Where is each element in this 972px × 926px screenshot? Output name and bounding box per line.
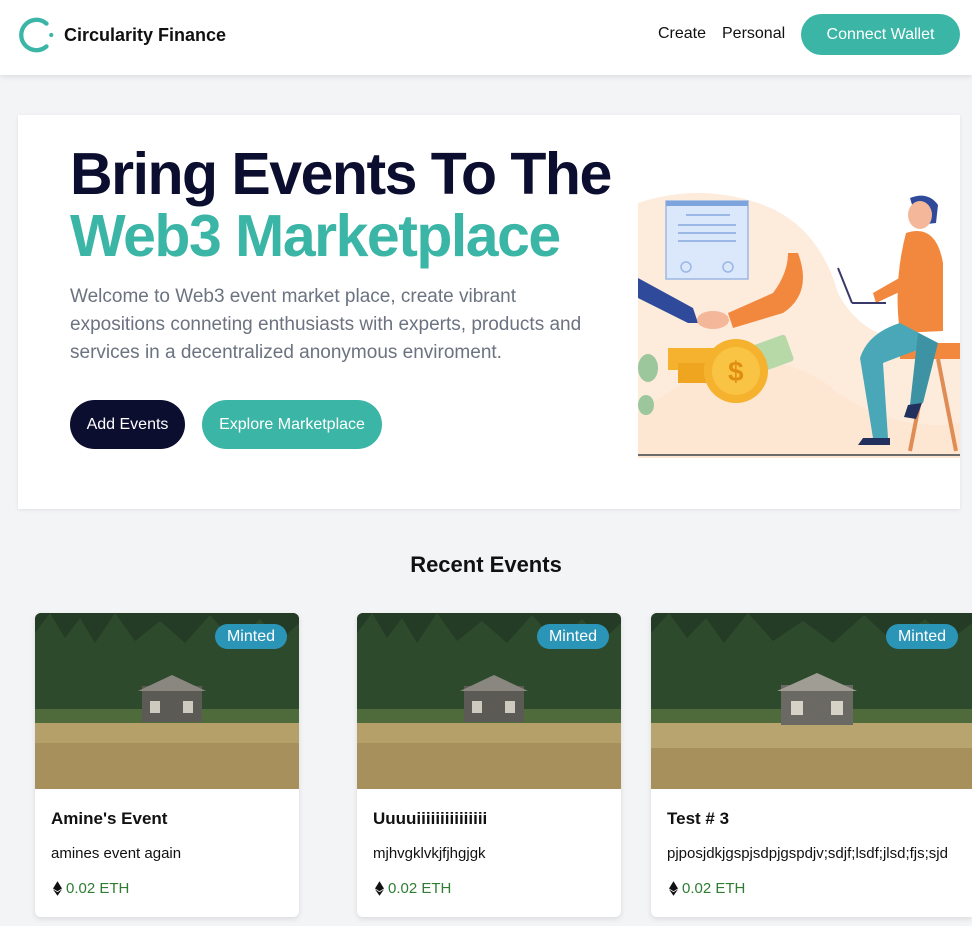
eth-icon — [669, 881, 678, 896]
event-card[interactable]: Minted Uuuuiiiiiiiiiiiiiii mjhvgklvkjfjh… — [357, 613, 621, 917]
connect-wallet-button[interactable]: Connect Wallet — [801, 14, 960, 55]
hero-title-line2: Web3 Marketplace — [70, 203, 561, 269]
hero-title-line1: Bring Events To The — [70, 141, 612, 207]
event-description: amines event again — [51, 845, 182, 862]
navbar: Circularity Finance Create Personal Conn… — [0, 0, 972, 75]
event-price: 0.02 ETH — [375, 880, 451, 897]
nav-personal-link[interactable]: Personal — [722, 25, 785, 43]
eth-icon — [375, 881, 384, 896]
status-badge: Minted — [885, 624, 958, 649]
circularity-logo-icon — [19, 17, 54, 53]
hero-title: Bring Events To The Web3 Marketplace — [70, 141, 612, 269]
event-price: 0.02 ETH — [669, 880, 745, 897]
status-badge: Minted — [536, 624, 609, 649]
event-title: Uuuuiiiiiiiiiiiiiii — [373, 809, 488, 828]
brand[interactable]: Circularity Finance — [18, 15, 226, 55]
status-badge: Minted — [214, 624, 287, 649]
event-price-value: 0.02 ETH — [66, 880, 130, 897]
hero-section: Bring Events To The Web3 Marketplace Wel… — [18, 115, 960, 509]
event-description: mjhvgklvkjfjhgjgk — [373, 845, 486, 862]
nav-create-link[interactable]: Create — [658, 25, 706, 43]
event-price-value: 0.02 ETH — [682, 880, 746, 897]
brand-name: Circularity Finance — [64, 24, 227, 45]
explore-marketplace-button[interactable]: Explore Marketplace — [202, 400, 382, 449]
event-card[interactable]: Minted Test # 3 pjposjdkjgspjsdpjgspdjv;… — [651, 613, 972, 917]
event-title: Test # 3 — [667, 809, 730, 828]
recent-events-heading: Recent Events — [410, 552, 562, 577]
event-price: 0.02 ETH — [53, 880, 129, 897]
add-events-button[interactable]: Add Events — [70, 400, 185, 449]
event-title: Amine's Event — [51, 809, 168, 828]
event-price-value: 0.02 ETH — [388, 880, 452, 897]
svg-text:$: $ — [728, 356, 744, 387]
event-description: pjposjdkjgspjsdpjgspdjv;sdjf;lsdf;jlsd;f… — [667, 845, 948, 862]
eth-icon — [53, 881, 62, 896]
event-card[interactable]: Minted Amine's Event amines event again … — [35, 613, 299, 917]
hero-description: Welcome to Web3 event market place, crea… — [70, 286, 582, 363]
handshake-illustration: $ — [638, 193, 960, 458]
